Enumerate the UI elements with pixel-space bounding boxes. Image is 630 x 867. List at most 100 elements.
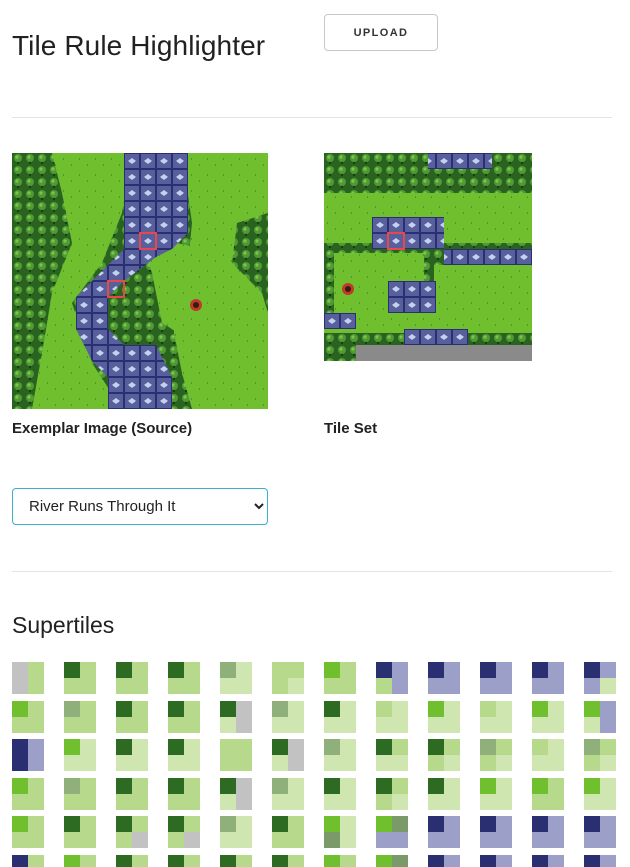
supertile[interactable] <box>532 662 564 694</box>
supertile[interactable] <box>480 855 512 867</box>
supertile[interactable] <box>324 778 356 810</box>
exemplar-image[interactable] <box>12 153 268 409</box>
supertile-quadrant <box>600 701 616 717</box>
supertile-quadrant <box>392 778 408 794</box>
supertile-quadrant <box>64 816 80 832</box>
supertile-quadrant <box>428 794 444 810</box>
supertile[interactable] <box>64 855 96 867</box>
supertile-quadrant <box>116 717 132 733</box>
supertile-quadrant <box>340 816 356 832</box>
supertile[interactable] <box>116 701 148 733</box>
supertile[interactable] <box>480 701 512 733</box>
supertile[interactable] <box>12 778 44 810</box>
supertile[interactable] <box>324 662 356 694</box>
supertile-quadrant <box>496 778 512 794</box>
supertile-quadrant <box>444 662 460 678</box>
supertile[interactable] <box>116 739 148 771</box>
supertile[interactable] <box>480 778 512 810</box>
supertile[interactable] <box>64 662 96 694</box>
supertile[interactable] <box>272 816 304 848</box>
supertile[interactable] <box>168 701 200 733</box>
supertile[interactable] <box>272 739 304 771</box>
supertile[interactable] <box>584 778 616 810</box>
supertile[interactable] <box>220 701 252 733</box>
supertile[interactable] <box>116 778 148 810</box>
supertile[interactable] <box>220 855 252 867</box>
supertile[interactable] <box>376 855 408 867</box>
supertile[interactable] <box>220 816 252 848</box>
supertile[interactable] <box>220 739 252 771</box>
supertile-quadrant <box>444 832 460 848</box>
supertile[interactable] <box>12 662 44 694</box>
supertile[interactable] <box>584 662 616 694</box>
supertile-quadrant <box>80 717 96 733</box>
supertile[interactable] <box>532 701 564 733</box>
supertile[interactable] <box>480 739 512 771</box>
supertile[interactable] <box>220 778 252 810</box>
supertile[interactable] <box>116 816 148 848</box>
supertile[interactable] <box>376 701 408 733</box>
upload-button[interactable]: UPLOAD <box>324 14 438 51</box>
preset-select[interactable]: River Runs Through It <box>13 489 267 524</box>
supertile[interactable] <box>168 778 200 810</box>
supertile-quadrant <box>548 832 564 848</box>
supertile[interactable] <box>532 739 564 771</box>
supertile[interactable] <box>12 855 44 867</box>
supertile[interactable] <box>168 855 200 867</box>
supertile[interactable] <box>64 816 96 848</box>
supertile-quadrant <box>548 755 564 771</box>
supertile[interactable] <box>168 739 200 771</box>
supertile-quadrant <box>532 832 548 848</box>
supertile[interactable] <box>532 778 564 810</box>
supertile-quadrant <box>584 832 600 848</box>
preset-select-wrapper[interactable]: River Runs Through It <box>12 488 268 525</box>
supertile[interactable] <box>428 778 460 810</box>
supertile-quadrant <box>80 778 96 794</box>
supertile[interactable] <box>12 739 44 771</box>
supertile[interactable] <box>324 855 356 867</box>
supertile[interactable] <box>64 778 96 810</box>
supertile[interactable] <box>532 816 564 848</box>
supertile[interactable] <box>532 855 564 867</box>
supertile[interactable] <box>272 778 304 810</box>
supertile[interactable] <box>116 662 148 694</box>
tileset-image[interactable] <box>324 153 532 361</box>
supertile[interactable] <box>324 739 356 771</box>
supertile[interactable] <box>376 662 408 694</box>
supertile[interactable] <box>64 701 96 733</box>
supertile[interactable] <box>220 662 252 694</box>
supertile[interactable] <box>324 701 356 733</box>
supertile[interactable] <box>584 739 616 771</box>
supertile[interactable] <box>272 855 304 867</box>
supertile[interactable] <box>428 739 460 771</box>
supertile[interactable] <box>324 816 356 848</box>
supertile[interactable] <box>428 701 460 733</box>
supertile[interactable] <box>428 662 460 694</box>
supertile[interactable] <box>168 816 200 848</box>
supertile[interactable] <box>376 778 408 810</box>
supertile-quadrant <box>80 739 96 755</box>
supertile[interactable] <box>480 816 512 848</box>
supertile[interactable] <box>428 816 460 848</box>
supertile[interactable] <box>584 701 616 733</box>
supertile[interactable] <box>272 662 304 694</box>
supertile[interactable] <box>428 855 460 867</box>
supertile[interactable] <box>168 662 200 694</box>
supertile-quadrant <box>236 678 252 694</box>
supertile[interactable] <box>64 739 96 771</box>
supertile[interactable] <box>584 816 616 848</box>
supertile[interactable] <box>272 701 304 733</box>
supertile[interactable] <box>376 816 408 848</box>
supertile[interactable] <box>12 816 44 848</box>
supertile-quadrant <box>324 832 340 848</box>
supertile[interactable] <box>12 701 44 733</box>
supertile-quadrant <box>184 701 200 717</box>
supertile-quadrant <box>184 832 200 848</box>
supertile[interactable] <box>480 662 512 694</box>
supertile[interactable] <box>584 855 616 867</box>
supertile[interactable] <box>116 855 148 867</box>
supertile-quadrant <box>220 778 236 794</box>
supertile-quadrant <box>392 701 408 717</box>
supertile-quadrant <box>532 778 548 794</box>
supertile[interactable] <box>376 739 408 771</box>
